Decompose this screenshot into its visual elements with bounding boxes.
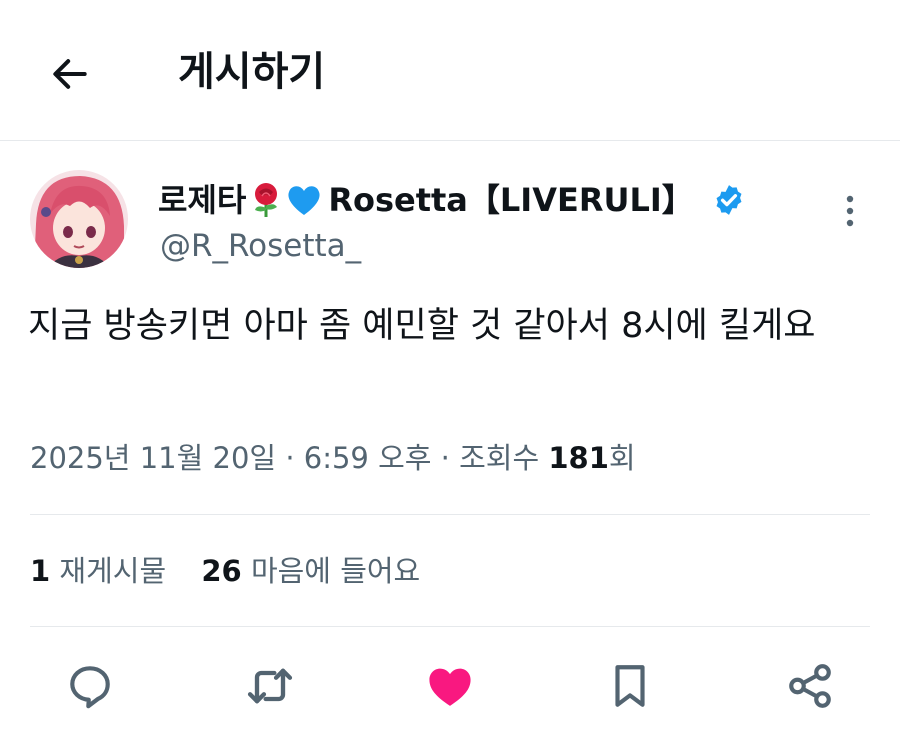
tweet-time: 6:59 오후 [303, 441, 432, 475]
page-title: 게시하기 [178, 49, 326, 95]
stats-divider [30, 626, 870, 627]
verified-badge-icon [712, 183, 746, 217]
header-divider [0, 140, 900, 141]
likes-count: 26 [201, 554, 242, 588]
meta-divider [30, 514, 870, 515]
avatar-image [30, 170, 128, 268]
share-icon [789, 664, 831, 708]
tweet-text: 지금 방송키면 아마 좀 예민할 것 같아서 8시에 킬게요 [28, 306, 816, 346]
bookmark-button[interactable] [600, 656, 660, 716]
views-count: 181 [548, 441, 609, 475]
share-button[interactable] [780, 656, 840, 716]
top-bar: 게시하기 [0, 0, 900, 140]
retweets-label: 재게시물 [59, 554, 167, 588]
display-name-english: Rosetta【LIVERULI】 [328, 181, 694, 219]
tweet-meta: 2025년 11월 20일 · 6:59 오후 · 조회수 181회 [30, 436, 636, 480]
like-button[interactable] [420, 656, 480, 716]
blue-heart-emoji-icon [286, 182, 322, 218]
like-icon [429, 668, 471, 706]
reply-icon [70, 666, 110, 709]
more-vertical-icon [846, 195, 854, 227]
display-name-korean: 로제타 [158, 181, 247, 219]
avatar[interactable] [30, 170, 128, 268]
meta-separator: · [285, 441, 304, 475]
views-label: 조회수 [459, 441, 540, 475]
tweet-date: 2025년 11월 20일 [30, 441, 277, 475]
author-handle[interactable]: @R_Rosetta_ [160, 224, 361, 268]
arrow-left-icon [53, 59, 87, 89]
rose-emoji-icon [248, 182, 284, 218]
back-button[interactable] [44, 48, 96, 100]
retweet-button[interactable] [240, 656, 300, 716]
likes-label: 마음에 들어요 [250, 554, 421, 588]
retweet-icon [247, 668, 293, 704]
bookmark-icon [615, 665, 645, 707]
likes-stat[interactable]: 26 마음에 들어요 [201, 554, 420, 588]
retweets-count: 1 [30, 554, 51, 588]
reply-button[interactable] [60, 656, 120, 716]
views-suffix: 회 [608, 441, 636, 475]
more-options-button[interactable] [832, 190, 868, 232]
retweets-stat[interactable]: 1 재게시물 [30, 554, 166, 588]
author-name-row[interactable]: 로제타 Rosetta【LIVERULI】 [158, 178, 746, 222]
meta-separator: · [440, 441, 460, 475]
engagement-stats: 1 재게시물 26 마음에 들어요 [30, 548, 420, 594]
